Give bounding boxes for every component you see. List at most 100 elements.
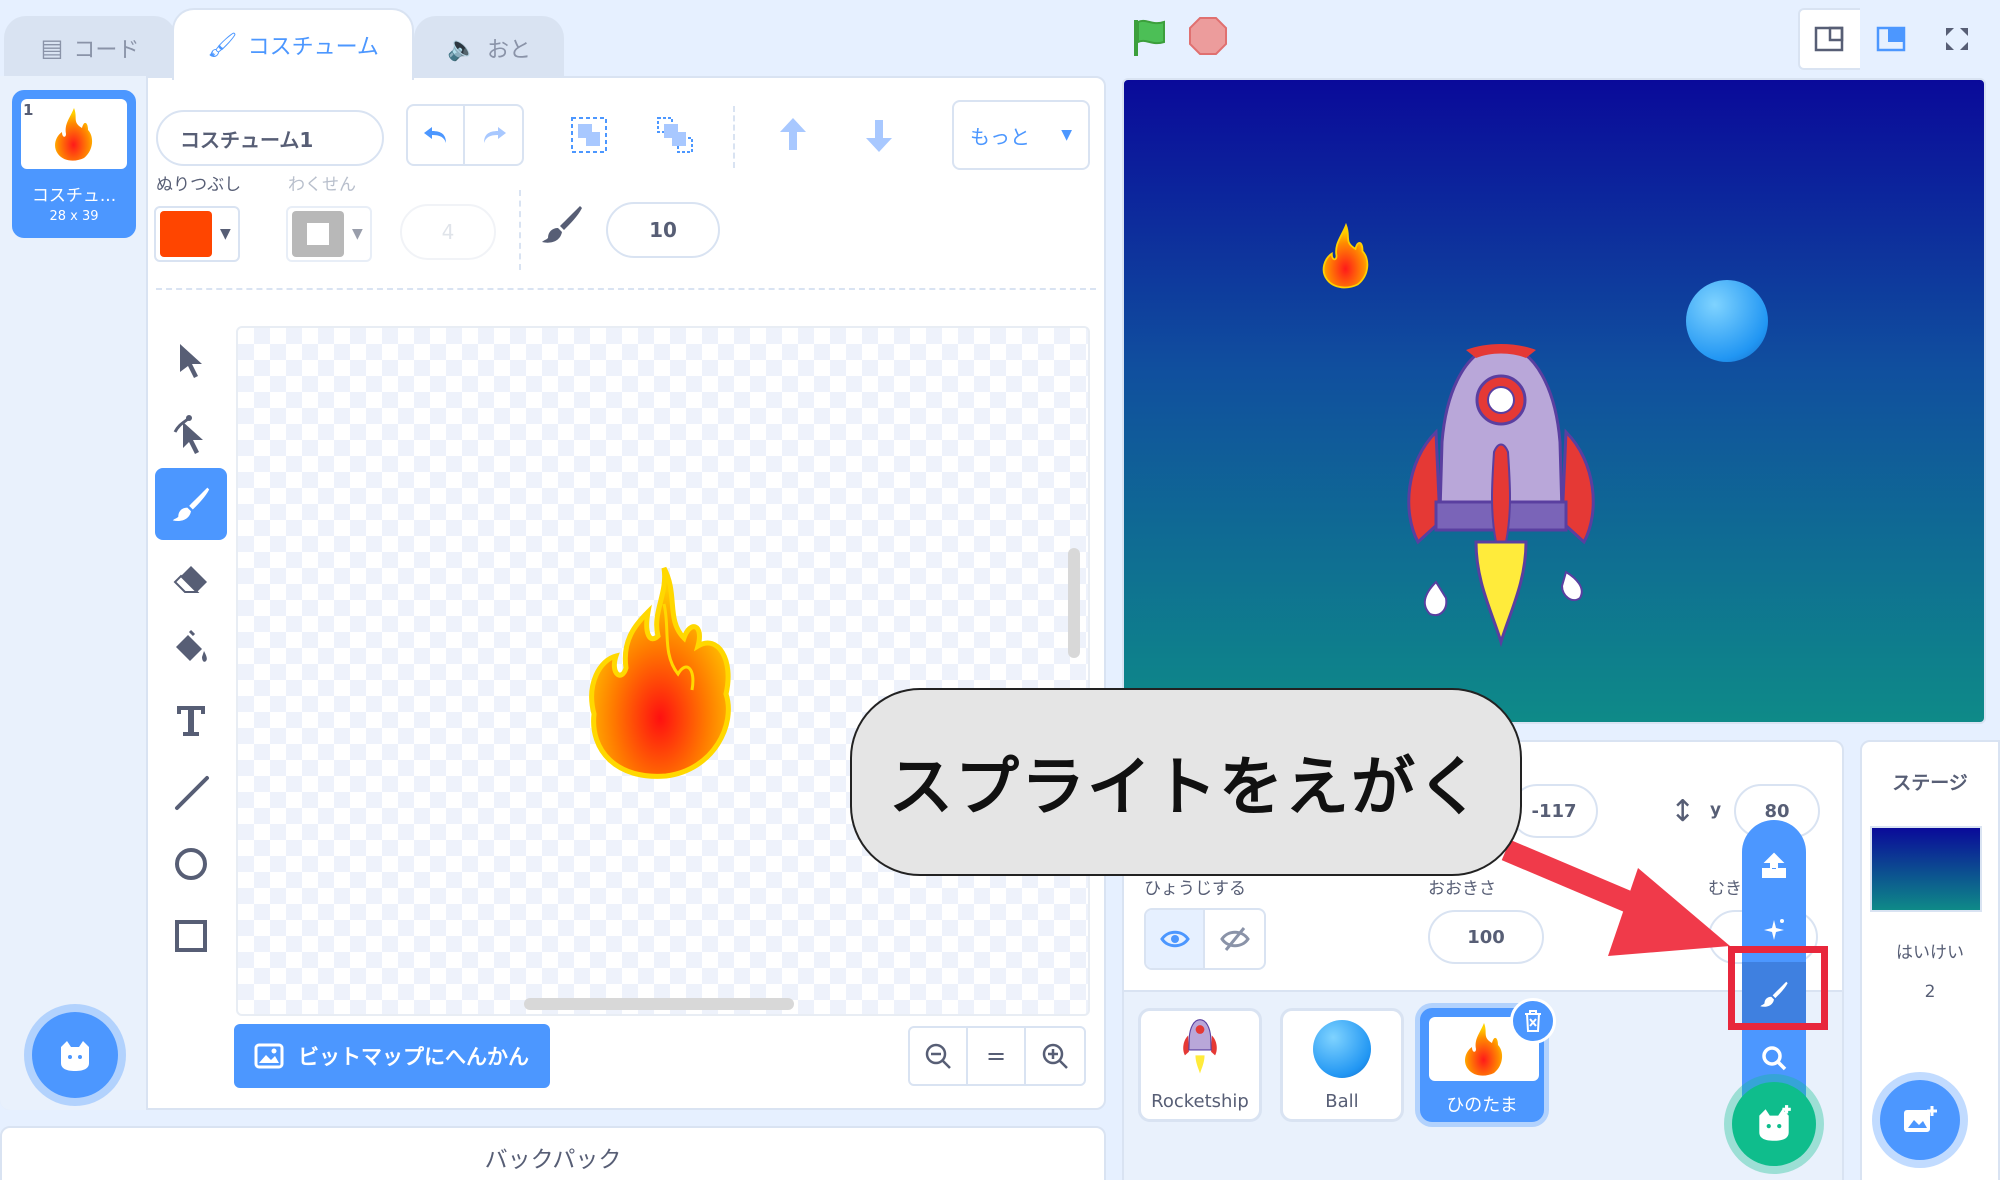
toolbar-divider — [156, 288, 1096, 290]
green-flag-button[interactable] — [1128, 16, 1172, 64]
brush-tool[interactable] — [155, 468, 227, 540]
line-icon — [175, 776, 209, 810]
normal-stage-button[interactable] — [1860, 8, 1922, 70]
reshape-tool[interactable] — [155, 398, 227, 470]
cat-add-icon — [1759, 1105, 1791, 1141]
annotation-arrow — [1501, 839, 1730, 956]
undo-redo-group — [406, 104, 524, 166]
rectangle-tool[interactable] — [155, 900, 227, 972]
undo-icon — [423, 127, 446, 143]
outline-swatch — [292, 211, 344, 257]
toolbar-divider — [519, 190, 521, 270]
y-axis-icon: ↕ — [1670, 794, 1696, 829]
ungroup-icon — [657, 117, 693, 153]
costume-thumbnail — [21, 99, 127, 169]
choose-costume-button[interactable] — [32, 1012, 118, 1098]
toolbar-divider — [733, 106, 735, 168]
zoom-out-button[interactable] — [910, 1028, 968, 1084]
speaker-icon: 🔈 — [447, 34, 477, 62]
costume-item[interactable]: 1 コスチュ... 28 x 39 — [12, 90, 136, 238]
more-dropdown[interactable]: もっと ▼ — [952, 100, 1090, 170]
visibility-toggle — [1144, 908, 1266, 970]
zoom-reset-button[interactable]: = — [968, 1028, 1026, 1084]
fill-swatch — [160, 211, 212, 257]
outline-color-picker[interactable]: ▼ — [286, 206, 372, 262]
fill-tool[interactable] — [155, 612, 227, 684]
tab-sound[interactable]: 🔈 おと — [414, 16, 564, 78]
arrow-down-icon — [866, 120, 892, 152]
fill-label: ぬりつぶし — [156, 175, 242, 195]
upload-icon — [1762, 852, 1786, 878]
sprite-tile[interactable]: Ball — [1280, 1008, 1404, 1122]
tab-code[interactable]: ▤ コード — [4, 16, 176, 78]
eye-slash-icon — [1219, 927, 1250, 951]
annotation-highlight-box — [1728, 946, 1828, 1030]
backdrops-count: 2 — [1924, 982, 1936, 1002]
fire-icon — [55, 108, 93, 161]
show-label: ひょうじする — [1144, 879, 1246, 899]
stop-button[interactable] — [1188, 16, 1228, 60]
text-icon — [177, 706, 205, 736]
forward-button[interactable] — [770, 112, 816, 158]
backdrops-label: はいけい — [1896, 943, 1964, 963]
hide-button[interactable] — [1205, 910, 1264, 968]
small-stage-button[interactable] — [1798, 8, 1860, 70]
costume-name-input[interactable]: コスチューム1 — [156, 110, 384, 166]
ungroup-button[interactable] — [652, 112, 698, 158]
caret-down-icon: ▼ — [352, 226, 363, 242]
circle-tool[interactable] — [155, 828, 227, 900]
backpack[interactable]: バックパック — [0, 1126, 1106, 1180]
paint-canvas[interactable] — [236, 326, 1090, 1016]
rocketship-thumbnail — [1141, 1017, 1259, 1081]
search-icon — [1762, 1046, 1787, 1071]
stop-icon — [1189, 17, 1227, 55]
backward-button[interactable] — [856, 112, 902, 158]
undo-button[interactable] — [408, 106, 466, 164]
group-button[interactable] — [566, 112, 612, 158]
fullscreen-icon — [1946, 28, 1968, 50]
select-tool[interactable] — [155, 324, 227, 396]
zoom-out-icon — [925, 1043, 951, 1069]
sprite-tile[interactable]: Rocketship — [1138, 1008, 1262, 1122]
delete-sprite-button[interactable] — [1510, 998, 1556, 1044]
ball-thumbnail — [1283, 1017, 1401, 1081]
normal-stage-icon — [1876, 26, 1906, 52]
paint-bucket-icon — [176, 629, 207, 662]
group-icon — [571, 117, 607, 153]
vertical-scrollbar[interactable] — [1068, 548, 1080, 658]
add-sprite-button[interactable] — [1732, 1082, 1816, 1166]
zoom-in-button[interactable] — [1026, 1028, 1084, 1084]
choose-backdrop-button[interactable] — [1880, 1080, 1960, 1160]
line-tool[interactable] — [155, 756, 227, 828]
caret-down-icon: ▼ — [220, 226, 231, 242]
tab-costume[interactable]: 🖌 コスチューム — [172, 8, 414, 80]
costume-name: コスチュ... — [31, 186, 117, 206]
horizontal-scrollbar[interactable] — [524, 998, 794, 1010]
y-label: y — [1710, 800, 1722, 820]
small-stage-icon — [1814, 26, 1844, 52]
circle-icon — [175, 848, 207, 880]
annotation-callout: スプライトをえがく — [850, 688, 1522, 876]
text-tool[interactable] — [155, 684, 227, 756]
convert-to-bitmap-button[interactable]: ビットマップにへんかん — [234, 1024, 550, 1088]
size-label: おおきさ — [1428, 879, 1496, 899]
choose-sprite-search-button[interactable] — [1742, 1026, 1806, 1090]
image-add-icon — [1904, 1106, 1937, 1132]
stage-title: ステージ — [1892, 772, 1968, 794]
brush-size-input[interactable]: 10 — [606, 202, 720, 258]
outline-width-input[interactable]: 4 — [400, 204, 496, 260]
fill-color-picker[interactable]: ▼ — [154, 206, 240, 262]
rectangle-icon — [175, 920, 207, 952]
redo-icon — [483, 127, 506, 143]
caret-down-icon: ▼ — [1061, 127, 1072, 143]
fullscreen-button[interactable] — [1926, 8, 1988, 70]
cat-add-icon — [61, 1041, 89, 1071]
stage-canvas[interactable] — [1122, 78, 1986, 724]
trash-icon — [1525, 1010, 1541, 1032]
redo-button[interactable] — [465, 106, 522, 164]
show-button[interactable] — [1146, 910, 1206, 968]
rocketship-sprite — [1407, 344, 1595, 648]
green-flag-icon — [1134, 19, 1165, 56]
arrow-up-icon — [780, 118, 806, 150]
eraser-tool[interactable] — [155, 542, 227, 614]
